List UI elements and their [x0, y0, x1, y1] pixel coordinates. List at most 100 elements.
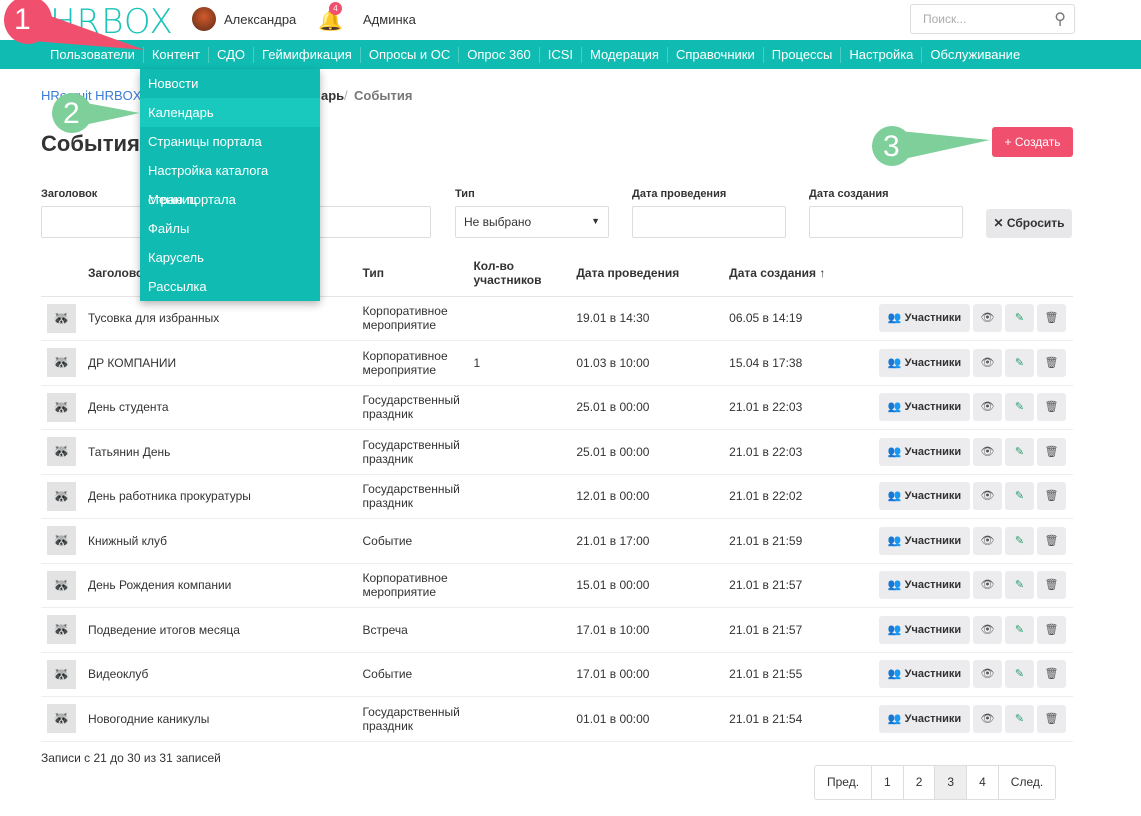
created-filter-input[interactable] [809, 206, 963, 238]
table-row: 🦝 День студента Государственный праздник 2… [41, 385, 1073, 430]
cell[interactable]: Подведение итогов месяца [87, 607, 363, 653]
participants-button[interactable]: 👥 Участники [879, 393, 970, 422]
view-button[interactable]: 👁 [973, 393, 1002, 422]
page-button[interactable]: Пред. [815, 766, 873, 799]
edit-button[interactable]: ✎ [1005, 704, 1034, 733]
cell: Корпоративное мероприятие [362, 340, 474, 386]
participants-button[interactable]: 👥 Участники [879, 704, 970, 733]
cell[interactable]: День Рождения компании [87, 563, 363, 608]
view-button[interactable]: 👁 [973, 526, 1002, 555]
view-button[interactable]: 👁 [973, 704, 1002, 733]
eye-icon: 👁 [980, 312, 995, 325]
edit-button[interactable]: ✎ [1005, 660, 1034, 689]
users-icon: 👥 [887, 312, 902, 325]
edit-icon: ✎ [1014, 401, 1025, 414]
cell: 06.05 в 14:19 [729, 296, 879, 341]
cell[interactable]: Новогодние каникулы [87, 696, 363, 742]
delete-button[interactable]: 🗑 [1037, 615, 1066, 644]
edit-button[interactable]: ✎ [1005, 348, 1034, 377]
delete-button[interactable]: 🗑 [1037, 348, 1066, 377]
users-icon: 👥 [887, 445, 902, 458]
edit-icon: ✎ [1014, 356, 1025, 369]
dropdown-item[interactable]: Карусель [140, 243, 320, 272]
edit-icon: ✎ [1014, 712, 1025, 725]
delete-button[interactable]: 🗑 [1037, 526, 1066, 555]
delete-button[interactable]: 🗑 [1037, 393, 1066, 422]
delete-button[interactable]: 🗑 [1037, 304, 1066, 333]
event-image-icon: 🦝 [47, 392, 76, 422]
annotation-label-2: 2 [63, 97, 80, 130]
delete-button[interactable]: 🗑 [1037, 437, 1066, 466]
participants-button[interactable]: 👥 Участники [879, 304, 970, 333]
participants-button[interactable]: 👥 Участники [879, 526, 970, 555]
cell[interactable]: Видеоклуб [87, 652, 363, 697]
edit-button[interactable]: ✎ [1005, 526, 1034, 555]
participants-button[interactable]: 👥 Участники [879, 348, 970, 377]
cell: 21.01 в 21:54 [729, 696, 879, 742]
edit-button[interactable]: ✎ [1005, 304, 1034, 333]
page-button[interactable]: След. [999, 766, 1055, 799]
delete-button[interactable]: 🗑 [1037, 571, 1066, 600]
edit-icon: ✎ [1014, 534, 1025, 547]
cell: 15.04 в 17:38 [729, 340, 879, 386]
participants-button[interactable]: 👥 Участники [879, 615, 970, 644]
edit-button[interactable]: ✎ [1005, 437, 1034, 466]
page-button[interactable]: 2 [904, 766, 936, 799]
view-button[interactable]: 👁 [973, 571, 1002, 600]
cell[interactable]: Татьянин День [87, 429, 363, 475]
cell: 17.01 в 10:00 [576, 607, 730, 653]
cell: 19.01 в 14:30 [576, 296, 730, 341]
view-button[interactable]: 👁 [973, 437, 1002, 466]
reset-button[interactable]: ✕ Сбросить [986, 209, 1072, 238]
page-button[interactable]: 3 [935, 766, 968, 799]
col-created[interactable]: Дата создания ↑ [729, 250, 879, 297]
eye-icon: 👁 [980, 579, 995, 592]
trash-icon: 🗑 [1044, 401, 1059, 414]
edit-icon: ✎ [1014, 623, 1025, 636]
delete-button[interactable]: 🗑 [1037, 482, 1066, 511]
cell[interactable]: ДР КОМПАНИИ [87, 340, 363, 386]
cell: 25.01 в 00:00 [576, 385, 730, 430]
cell [473, 696, 577, 742]
participants-button[interactable]: 👥 Участники [879, 660, 970, 689]
edit-button[interactable]: ✎ [1005, 571, 1034, 600]
date-filter-input[interactable] [632, 206, 786, 238]
cell[interactable]: Тусовка для избранных [87, 296, 363, 341]
view-button[interactable]: 👁 [973, 660, 1002, 689]
view-button[interactable]: 👁 [973, 482, 1002, 511]
dropdown-item[interactable]: Файлы [140, 214, 320, 243]
edit-button[interactable]: ✎ [1005, 393, 1034, 422]
users-icon: 👥 [887, 623, 902, 636]
chevron-down-icon: ▼ [591, 216, 600, 226]
col-count[interactable]: Кол-во участников [473, 250, 577, 297]
participants-button[interactable]: 👥 Участники [879, 437, 970, 466]
delete-button[interactable]: 🗑 [1037, 660, 1066, 689]
cell[interactable]: Книжный клуб [87, 518, 363, 564]
col-type[interactable]: Тип [362, 250, 474, 297]
cell: 21.01 в 21:55 [729, 652, 879, 697]
view-button[interactable]: 👁 [973, 615, 1002, 644]
participants-button[interactable]: 👥 Участники [879, 571, 970, 600]
eye-icon: 👁 [980, 668, 995, 681]
trash-icon: 🗑 [1044, 623, 1059, 636]
view-button[interactable]: 👁 [973, 304, 1002, 333]
edit-button[interactable]: ✎ [1005, 482, 1034, 511]
cell: 21.01 в 22:03 [729, 429, 879, 475]
cell[interactable]: День работника прокуратуры [87, 474, 363, 519]
table-row: 🦝 День работника прокуратуры Государствен… [41, 474, 1073, 519]
page-button[interactable]: 4 [967, 766, 999, 799]
view-button[interactable]: 👁 [973, 348, 1002, 377]
cell: 1 [473, 340, 577, 386]
dropdown-item[interactable]: Рассылка [140, 272, 320, 301]
edit-button[interactable]: ✎ [1005, 615, 1034, 644]
participants-button[interactable]: 👥 Участники [879, 482, 970, 511]
users-icon: 👥 [887, 579, 902, 592]
eye-icon: 👁 [980, 490, 995, 503]
cell: 25.01 в 00:00 [576, 429, 730, 475]
cell[interactable]: День студента [87, 385, 363, 430]
delete-button[interactable]: 🗑 [1037, 704, 1066, 733]
page-button[interactable]: 1 [872, 766, 904, 799]
trash-icon: 🗑 [1044, 668, 1059, 681]
col-date[interactable]: Дата проведения [576, 250, 730, 297]
type-filter-select[interactable]: Не выбрано ▼ [455, 206, 609, 238]
